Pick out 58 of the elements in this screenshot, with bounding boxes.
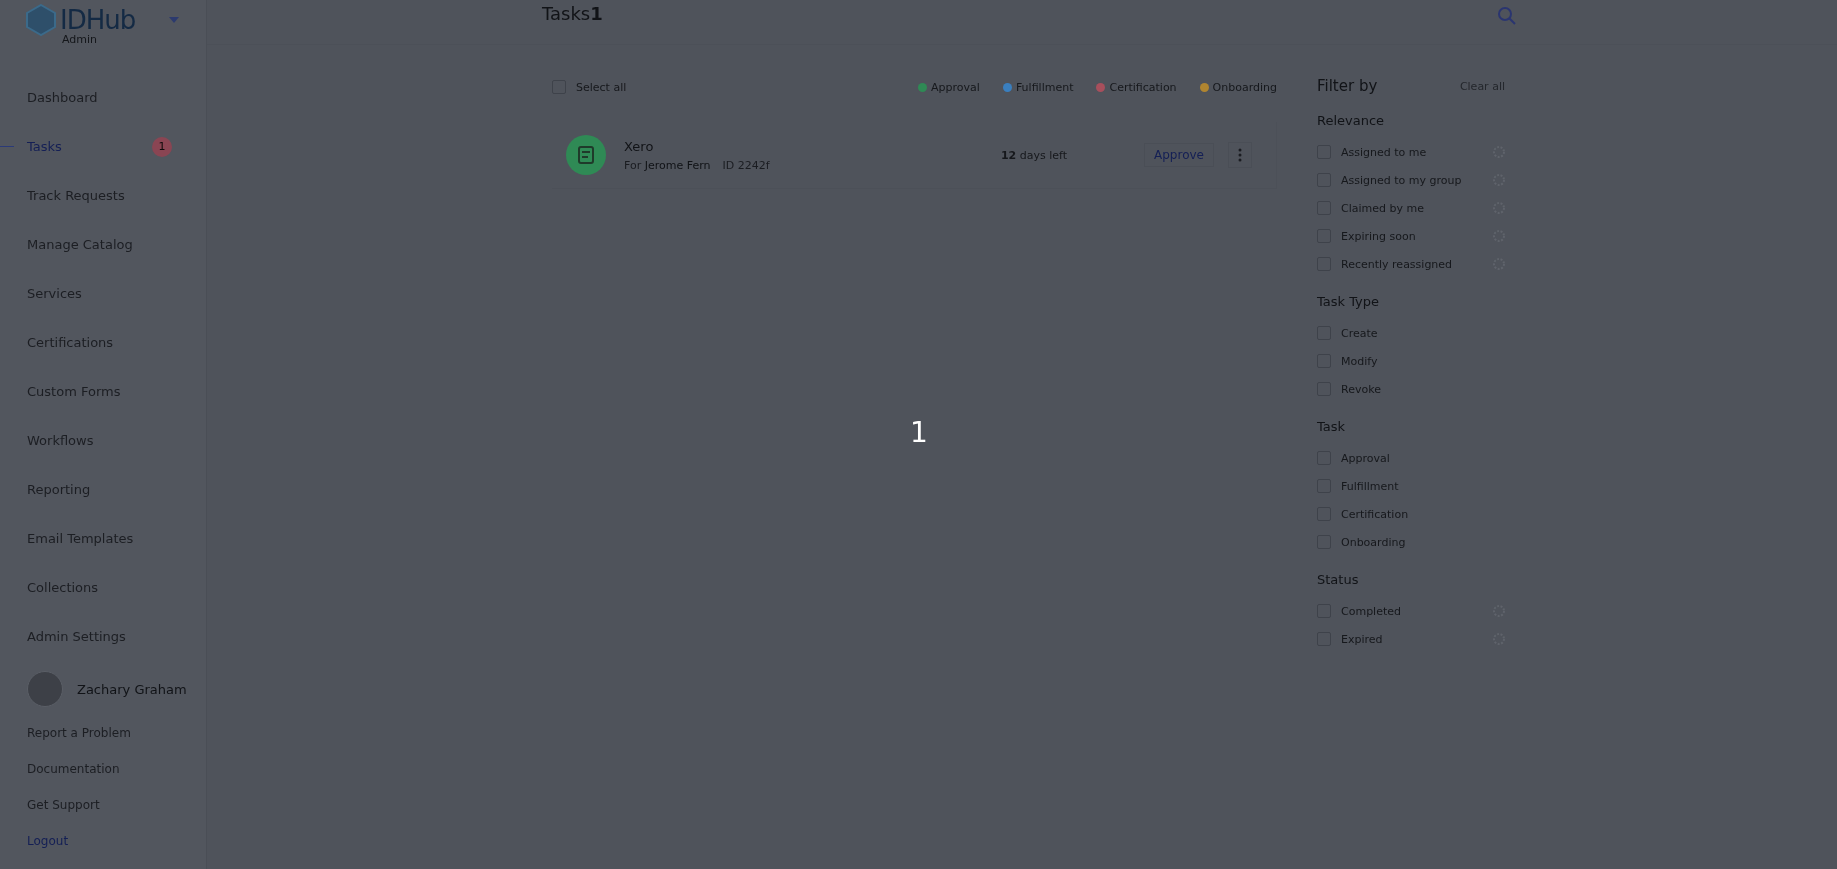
hexagon-logo-icon (26, 4, 56, 36)
approve-button[interactable]: Approve (1144, 143, 1214, 167)
step-number: 1 (910, 416, 928, 449)
search-icon[interactable] (1497, 6, 1517, 26)
filter-group-title: Status (1317, 572, 1360, 587)
kebab-icon (1238, 148, 1242, 162)
caret-icon[interactable] (169, 17, 180, 23)
legend-label: Onboarding (1212, 80, 1277, 94)
filter-option: Assigned to my group (1341, 173, 1483, 187)
role-label: Admin (62, 33, 99, 46)
avatar[interactable] (27, 671, 63, 707)
filter-option: Fulfillment (1341, 479, 1505, 493)
nav-item[interactable]: Tasks 1 (0, 122, 206, 171)
filter-option: Recently reassigned (1341, 257, 1483, 271)
footer-link[interactable]: Report a Problem (27, 725, 206, 741)
filter-option: Modify (1341, 354, 1505, 368)
filter-option: Revoke (1341, 382, 1505, 396)
nav-item[interactable]: Email Templates (0, 514, 206, 563)
filter-option: Approval (1341, 451, 1505, 465)
filter-group-title: Relevance (1317, 113, 1386, 128)
user-name[interactable]: Zachary Graham (77, 681, 187, 697)
filter-option: Onboarding (1341, 535, 1505, 549)
task-id: ID 2242f (722, 158, 770, 172)
footer-link[interactable]: Logout (27, 833, 206, 849)
nav-item[interactable]: Admin Settings (0, 612, 206, 661)
legend-label: Fulfillment (1015, 80, 1074, 94)
filter-option: Create (1341, 326, 1505, 340)
filter-option: Certification (1341, 507, 1505, 521)
nav-item[interactable]: Services (0, 269, 206, 318)
nav-item[interactable]: Reporting (0, 465, 206, 514)
nav-item[interactable]: Manage Catalog (0, 220, 206, 269)
filter-group-title: Task Type (1317, 294, 1381, 309)
task-title: Xero (624, 138, 655, 154)
legend-label: Approval (931, 80, 980, 94)
nav-item[interactable]: Custom Forms (0, 367, 206, 416)
due-label: 12 days left (1000, 148, 1068, 162)
page-title: Tasks1 (542, 3, 603, 24)
filter-title: Filter by (1317, 77, 1378, 95)
nav-item[interactable]: Track Requests (0, 171, 206, 220)
nav-item[interactable]: Dashboard (0, 73, 206, 122)
task-card[interactable]: Xero For Jerome Fern ID 2242f 12 days left Approve (552, 122, 1277, 189)
requester-label: For Jerome Fern (624, 158, 711, 172)
select-all-label: Select all (576, 80, 627, 94)
filter-option: Assigned to me (1341, 145, 1483, 159)
filter-option: Expiring soon (1341, 229, 1483, 243)
filter-option: Completed (1341, 604, 1483, 618)
more-button[interactable] (1228, 142, 1252, 168)
legend-label: Certification (1109, 80, 1177, 94)
nav-item[interactable]: Workflows (0, 416, 206, 465)
nav-item[interactable]: Certifications (0, 318, 206, 367)
filter-option: Claimed by me (1341, 201, 1483, 215)
footer-link[interactable]: Get Support (27, 797, 206, 813)
filter-option: Expired (1341, 632, 1483, 646)
footer-link[interactable]: Documentation (27, 761, 206, 777)
filter-group-title: Task (1317, 419, 1347, 434)
count-badge: 1 (152, 136, 172, 157)
brand-name: IDHub (60, 5, 136, 35)
nav-item[interactable]: Collections (0, 563, 206, 612)
